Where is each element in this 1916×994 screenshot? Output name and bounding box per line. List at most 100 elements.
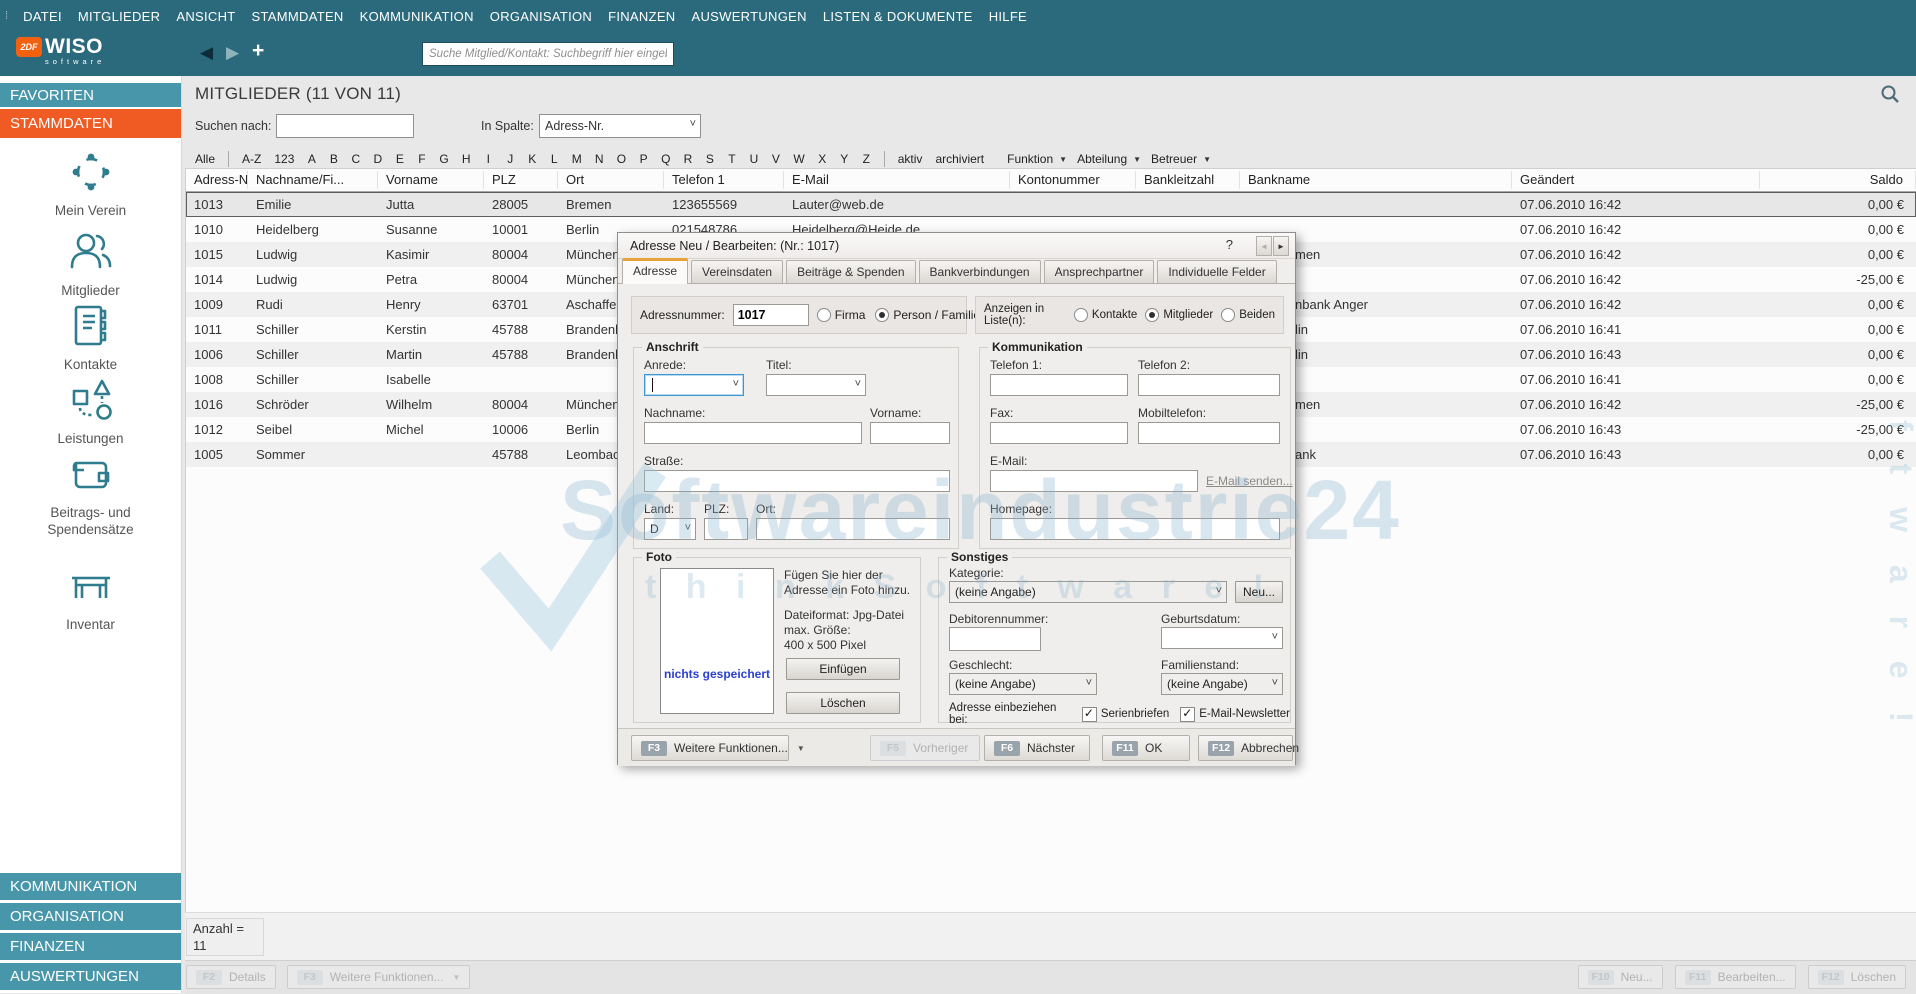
alpha-letter[interactable]: R [683, 152, 692, 166]
tab-scroll-left-icon[interactable]: ◄ [1256, 236, 1272, 256]
dialog-tab[interactable]: Ansprechpartner [1044, 260, 1155, 283]
alpha-letter[interactable]: F [417, 152, 426, 166]
alpha-letter[interactable]: B [329, 152, 338, 166]
fax-input[interactable] [990, 422, 1128, 444]
col-header[interactable]: Ort [558, 171, 664, 189]
alpha-letter[interactable]: X [818, 152, 827, 166]
dialog-tab[interactable]: Individuelle Felder [1157, 260, 1276, 283]
strasse-input[interactable] [644, 470, 950, 492]
alpha-letter[interactable]: A [307, 152, 316, 166]
alpha-letter[interactable]: K [528, 152, 537, 166]
table-row[interactable]: 1013 Emilie Jutta 28005 Bremen 123655569… [186, 192, 1916, 217]
add-icon[interactable]: + [252, 39, 264, 63]
email-send-link[interactable]: E-Mail senden... [1206, 474, 1293, 488]
sidebar-section[interactable]: KOMMUNIKATION [0, 873, 181, 900]
checkbox-option[interactable]: E-Mail-Newsletter [1180, 707, 1290, 722]
alpha-all[interactable]: Alle [195, 152, 215, 166]
vorname-input[interactable] [870, 422, 950, 444]
checkbox-option[interactable]: Serienbriefen [1082, 707, 1169, 722]
sidebar-item-inventar[interactable]: Inventar [0, 562, 181, 634]
nachname-input[interactable] [644, 422, 862, 444]
alpha-letter[interactable]: V [771, 152, 780, 166]
dialog-titlebar[interactable]: Adresse Neu / Bearbeiten: (Nr.: 1017) [618, 233, 1295, 259]
alpha-letter[interactable]: C [351, 152, 360, 166]
dialog-tab[interactable]: Adresse [622, 258, 688, 284]
land-select[interactable]: D ˅ [644, 518, 696, 540]
alpha-123[interactable]: 123 [274, 152, 294, 166]
alpha-letter[interactable]: O [617, 152, 626, 166]
photo-delete-button[interactable]: Löschen [786, 692, 900, 714]
sidebar-item-leistungen[interactable]: Leistungen [0, 376, 181, 448]
naechster-button[interactable]: F6Nächster [984, 735, 1090, 761]
alpha-letter[interactable]: D [373, 152, 382, 166]
search-icon[interactable] [1880, 84, 1900, 104]
col-header[interactable]: Saldo [1760, 171, 1916, 189]
alpha-letter[interactable]: I [484, 152, 493, 166]
menu-item[interactable]: HILFE [981, 9, 1035, 24]
global-search-input[interactable] [422, 42, 674, 66]
alpha-letter[interactable]: U [749, 152, 758, 166]
function-key-button[interactable]: F12 Löschen [1808, 965, 1906, 989]
alpha-letter[interactable]: G [439, 152, 448, 166]
alpha-letter[interactable]: H [462, 152, 471, 166]
dropdown-filter[interactable]: Betreuer [1151, 152, 1211, 166]
filter-aktiv[interactable]: aktiv [898, 152, 923, 166]
forward-arrow-icon[interactable]: ▶ [226, 43, 239, 63]
kategorie-neu-button[interactable]: Neu... [1235, 581, 1283, 603]
dropdown-filter[interactable]: Abteilung [1077, 152, 1141, 166]
function-key-button[interactable]: F10 Neu... [1578, 965, 1663, 989]
titel-select[interactable]: ˅ [766, 374, 866, 396]
col-header[interactable]: Vorname [378, 171, 484, 189]
alpha-letter[interactable]: Q [661, 152, 670, 166]
sidebar-item-beitraege[interactable]: Beitrags- und Spendensätze [0, 450, 181, 539]
geburtsdatum-select[interactable]: ˅ [1161, 627, 1283, 649]
plz-input[interactable] [704, 518, 748, 540]
alpha-letter[interactable]: L [550, 152, 559, 166]
list-search-input[interactable] [276, 114, 414, 138]
abbrechen-button[interactable]: F12Abbrechen [1198, 735, 1293, 761]
dialog-tab[interactable]: Beiträge & Spenden [786, 260, 915, 283]
sidebar-item-mitglieder[interactable]: Mitglieder [0, 228, 181, 300]
radio-option[interactable]: Mitglieder [1145, 308, 1213, 322]
radio-option[interactable]: Person / Familie [875, 308, 980, 322]
col-header[interactable]: E-Mail [784, 171, 1010, 189]
alpha-letter[interactable]: W [793, 152, 804, 166]
radio-option[interactable]: Kontakte [1074, 308, 1137, 322]
alpha-letter[interactable]: S [705, 152, 714, 166]
geschlecht-select[interactable]: (keine Angabe) ˅ [949, 673, 1097, 695]
function-key-button[interactable]: F3 Weitere Funktionen... [287, 965, 471, 989]
email-input[interactable] [990, 470, 1198, 492]
ort-input[interactable] [756, 518, 950, 540]
col-header[interactable]: Geändert [1512, 171, 1760, 189]
dialog-tab[interactable]: Vereinsdaten [691, 260, 783, 283]
alpha-az[interactable]: A-Z [242, 152, 261, 166]
col-header[interactable]: Adress-Nr. [186, 171, 248, 189]
radio-option[interactable]: Firma [817, 308, 866, 322]
column-select[interactable]: Adress-Nr. ˅ [539, 114, 701, 138]
col-header[interactable]: Telefon 1 [664, 171, 784, 189]
dropdown-filter[interactable]: Funktion [1007, 152, 1067, 166]
sidebar-section-favoriten[interactable]: FAVORITEN [0, 83, 181, 107]
sidebar-section[interactable]: FINANZEN [0, 933, 181, 960]
alpha-letter[interactable]: Y [840, 152, 849, 166]
ok-button[interactable]: F11OK [1102, 735, 1190, 761]
telefon2-input[interactable] [1138, 374, 1280, 396]
function-key-button[interactable]: F11 Bearbeiten... [1675, 965, 1796, 989]
sidebar-item-mein-verein[interactable]: Mein Verein [0, 148, 181, 220]
col-header[interactable]: Kontonummer [1010, 171, 1136, 189]
photo-insert-button[interactable]: Einfügen [786, 658, 900, 680]
menu-item[interactable]: ORGANISATION [482, 9, 600, 24]
mobiltelefon-input[interactable] [1138, 422, 1280, 444]
menu-item[interactable]: ANSICHT [168, 9, 243, 24]
telefon1-input[interactable] [990, 374, 1128, 396]
address-number-input[interactable] [733, 304, 809, 326]
alpha-letter[interactable]: J [506, 152, 515, 166]
menu-item[interactable]: DATEI [15, 9, 70, 24]
vorheriger-button[interactable]: F5Vorheriger [870, 735, 980, 761]
back-arrow-icon[interactable]: ◀ [200, 43, 213, 63]
debitorennummer-input[interactable] [949, 627, 1041, 651]
alpha-letter[interactable]: E [395, 152, 404, 166]
dialog-tab[interactable]: Bankverbindungen [919, 260, 1041, 283]
homepage-input[interactable] [990, 518, 1280, 540]
anrede-select[interactable]: ˅ [644, 374, 744, 396]
